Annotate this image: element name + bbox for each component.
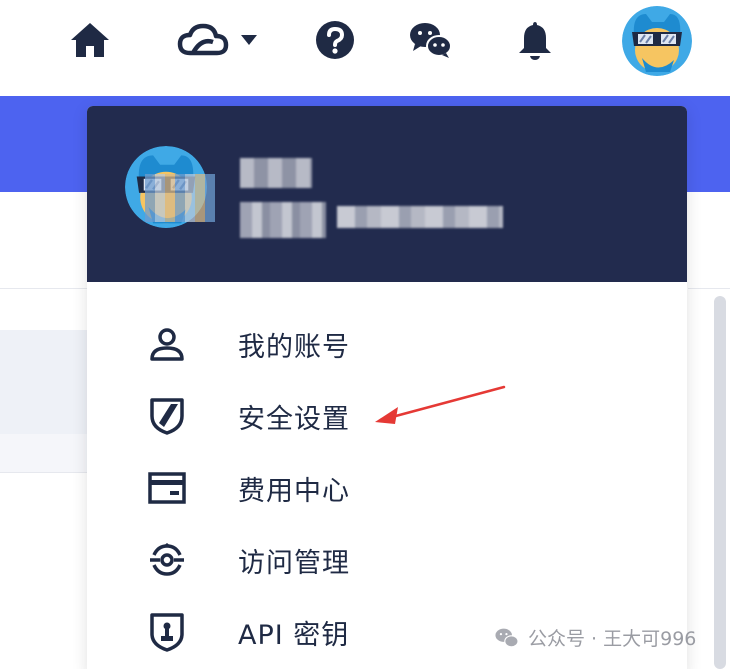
menu-item-label: API 密钥 [238,619,350,651]
account-header [87,106,687,282]
menu-item-label: 我的账号 [238,331,350,363]
key-shield-icon [147,612,187,652]
card-icon [147,468,187,508]
shield-icon [147,396,187,436]
watermark: 公众号 · 王大可996 [494,624,696,651]
wechat-icon[interactable] [407,16,455,64]
background-row-selected [0,330,88,434]
wechat-icon [495,628,519,647]
access-icon [147,540,187,580]
scrollbar[interactable] [714,296,726,669]
annotation-arrow [375,385,506,424]
bell-icon[interactable] [511,16,559,64]
caret-down-icon [241,35,257,45]
user-avatar[interactable] [622,6,692,76]
menu-item-billing-center[interactable]: 费用中心 [87,456,687,520]
help-icon[interactable] [311,16,359,64]
cloud-icon [177,23,229,56]
background-row [0,434,88,472]
home-icon[interactable] [66,16,114,64]
watermark-text: 公众号 · 王大可996 [528,628,697,650]
user-icon [147,324,187,364]
redacted-username [240,158,312,188]
menu-item-label: 费用中心 [238,475,350,507]
menu-item-my-account[interactable]: 我的账号 [87,312,687,376]
redacted-account-id [337,206,503,228]
cloud-menu[interactable] [174,16,262,64]
divider [0,472,88,473]
menu-item-label: 访问管理 [238,547,350,579]
redacted-account-label [240,202,326,238]
pixelated-redaction [145,174,215,222]
divider [0,288,88,289]
menu-item-label: 安全设置 [238,403,350,435]
menu-item-access-management[interactable]: 访问管理 [87,528,687,592]
top-navigation-bar [0,0,730,96]
